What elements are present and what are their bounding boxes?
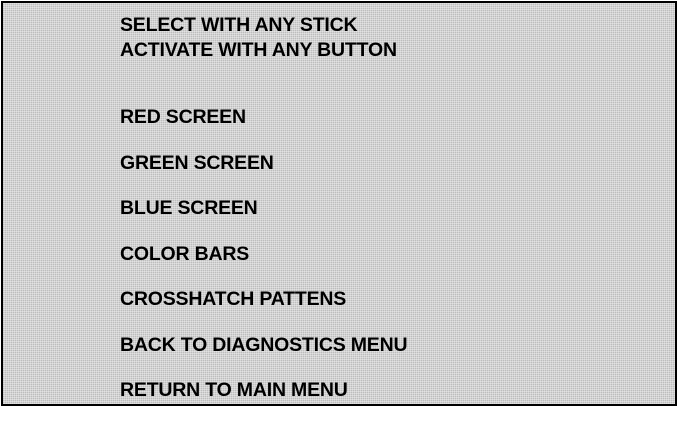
menu-item-color-bars[interactable]: COLOR BARS [120, 240, 407, 286]
diagnostics-screen: SELECT WITH ANY STICK ACTIVATE WITH ANY … [1, 1, 677, 406]
menu-item-blue-screen[interactable]: BLUE SCREEN [120, 194, 407, 240]
instruction-activate: ACTIVATE WITH ANY BUTTON [120, 39, 397, 61]
menu-item-red-screen[interactable]: RED SCREEN [120, 103, 407, 149]
menu-item-back-to-diagnostics[interactable]: BACK TO DIAGNOSTICS MENU [120, 331, 408, 377]
screen-test-menu: RED SCREEN GREEN SCREEN BLUE SCREEN COLO… [120, 103, 408, 422]
instructions: SELECT WITH ANY STICK ACTIVATE WITH ANY … [120, 13, 397, 63]
menu-item-crosshatch-patterns[interactable]: CROSSHATCH PATTENS [120, 285, 407, 331]
instruction-select: SELECT WITH ANY STICK [120, 14, 358, 36]
menu-item-green-screen[interactable]: GREEN SCREEN [120, 149, 407, 195]
menu-item-return-to-main[interactable]: RETURN TO MAIN MENU [120, 376, 407, 422]
